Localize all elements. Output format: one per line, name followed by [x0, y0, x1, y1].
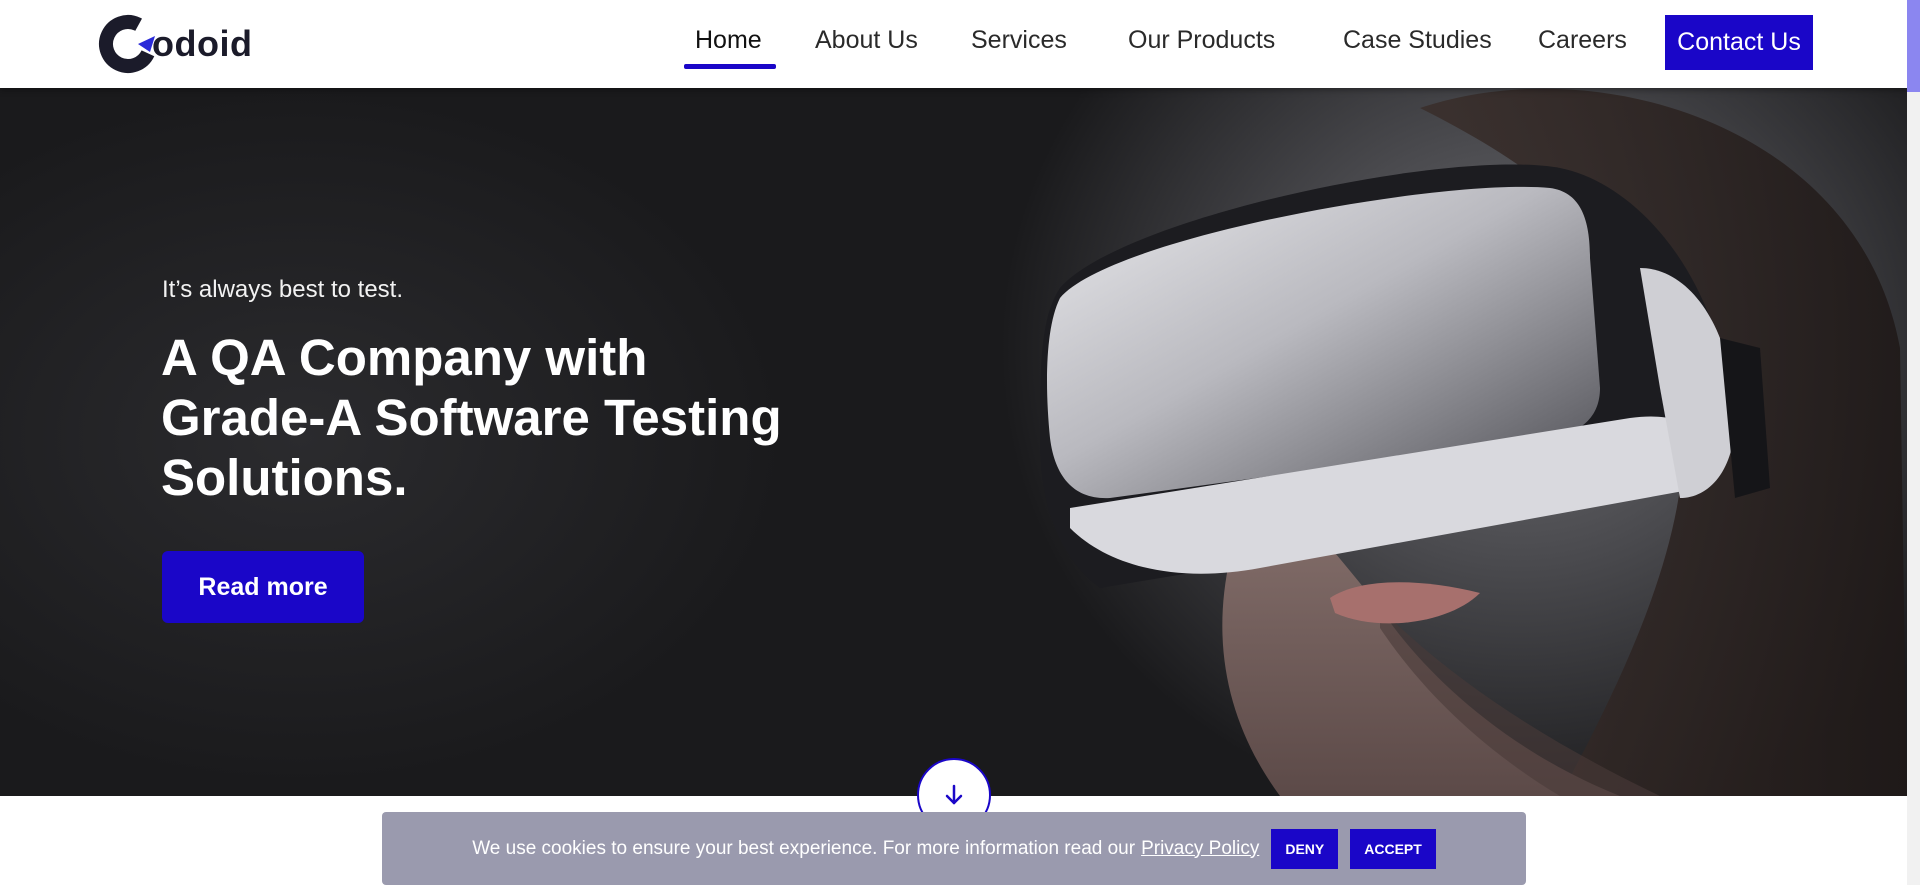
- hero-section: It’s always best to test. A QA Company w…: [0, 88, 1907, 796]
- nav-our-products[interactable]: Our Products: [1128, 26, 1275, 55]
- hero-headline: A QA Company with Grade-A Software Testi…: [161, 329, 782, 506]
- codoid-logo[interactable]: odoid: [98, 14, 252, 74]
- arrow-down-icon: [945, 784, 963, 805]
- cookie-accept-button[interactable]: ACCEPT: [1350, 828, 1436, 869]
- cookie-message: We use cookies to ensure your best exper…: [472, 837, 1136, 859]
- nav-home[interactable]: Home: [695, 26, 762, 55]
- cookie-deny-button[interactable]: DENY: [1271, 828, 1339, 869]
- nav-services[interactable]: Services: [971, 26, 1067, 55]
- nav-about-us[interactable]: About Us: [815, 26, 918, 55]
- hero-tagline: It’s always best to test.: [162, 276, 403, 303]
- logo-c-mark-icon: [98, 14, 158, 74]
- site-header: odoid Home About Us Services Our Product…: [0, 0, 1907, 88]
- nav-case-studies[interactable]: Case Studies: [1343, 26, 1492, 55]
- contact-us-button[interactable]: Contact Us: [1665, 15, 1813, 70]
- privacy-policy-link[interactable]: Privacy Policy: [1141, 838, 1259, 860]
- nav-careers[interactable]: Careers: [1538, 26, 1627, 55]
- cookie-banner: We use cookies to ensure your best exper…: [382, 812, 1526, 885]
- logo-text: odoid: [152, 23, 253, 64]
- scrollbar-thumb[interactable]: [1907, 0, 1920, 92]
- read-more-button[interactable]: Read more: [162, 551, 364, 623]
- page-scrollbar[interactable]: [1907, 0, 1920, 885]
- nav-active-indicator: [684, 64, 776, 69]
